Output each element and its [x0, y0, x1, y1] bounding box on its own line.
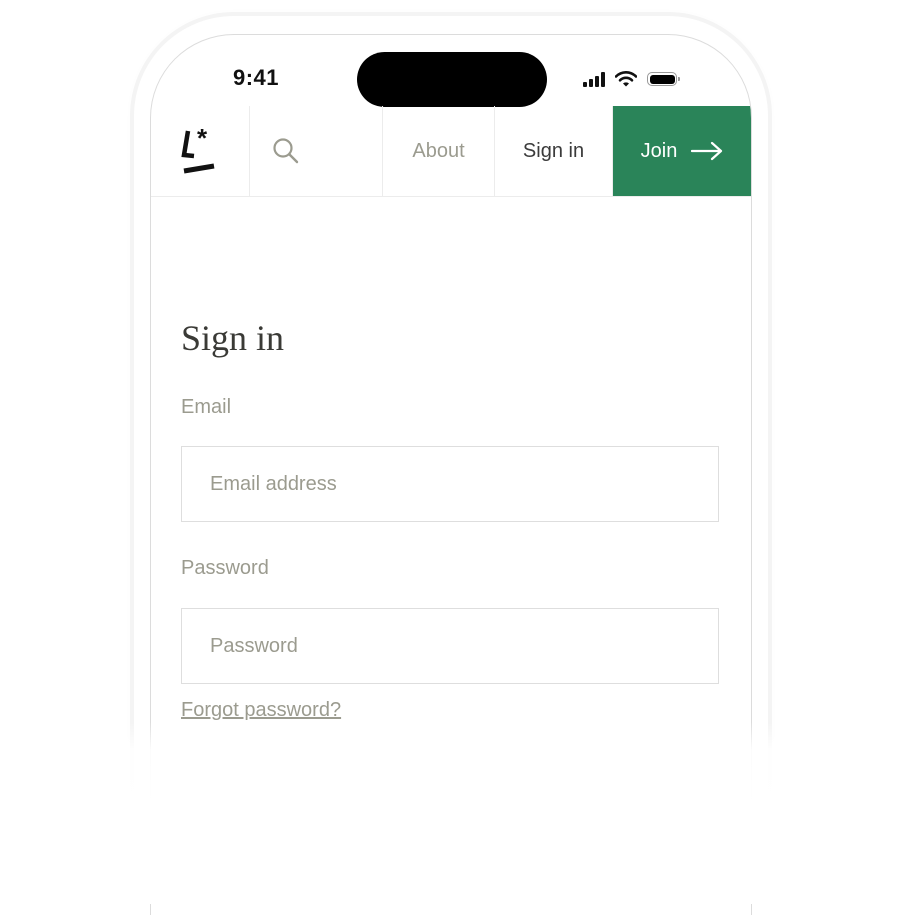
arrow-right-icon [691, 141, 723, 161]
password-field[interactable] [208, 633, 718, 659]
nav-about-link[interactable]: About [383, 106, 495, 196]
dynamic-island [357, 52, 547, 107]
email-field-wrapper [181, 446, 719, 522]
forgot-password-link[interactable]: Forgot password? [181, 699, 341, 722]
top-nav: * About Sign in Join [151, 106, 751, 197]
email-field[interactable] [208, 471, 718, 497]
battery-icon [647, 72, 680, 86]
search-icon [273, 138, 299, 164]
bottom-fade [100, 722, 800, 904]
svg-text:*: * [197, 125, 208, 153]
logo[interactable]: * [151, 106, 250, 196]
status-icons [583, 71, 680, 87]
search-button[interactable] [250, 106, 383, 196]
page-title: Sign in [181, 318, 285, 358]
join-label: Join [640, 139, 678, 162]
email-label: Email [181, 396, 232, 418]
join-button[interactable]: Join [613, 106, 751, 196]
password-field-wrapper [181, 608, 719, 684]
nav-sign-in-link[interactable]: Sign in [495, 106, 613, 196]
wifi-icon [615, 71, 637, 87]
signal-icon [583, 71, 605, 87]
logo-icon: * [181, 125, 215, 174]
status-time: 9:41 [233, 65, 280, 90]
password-label: Password [181, 557, 269, 579]
